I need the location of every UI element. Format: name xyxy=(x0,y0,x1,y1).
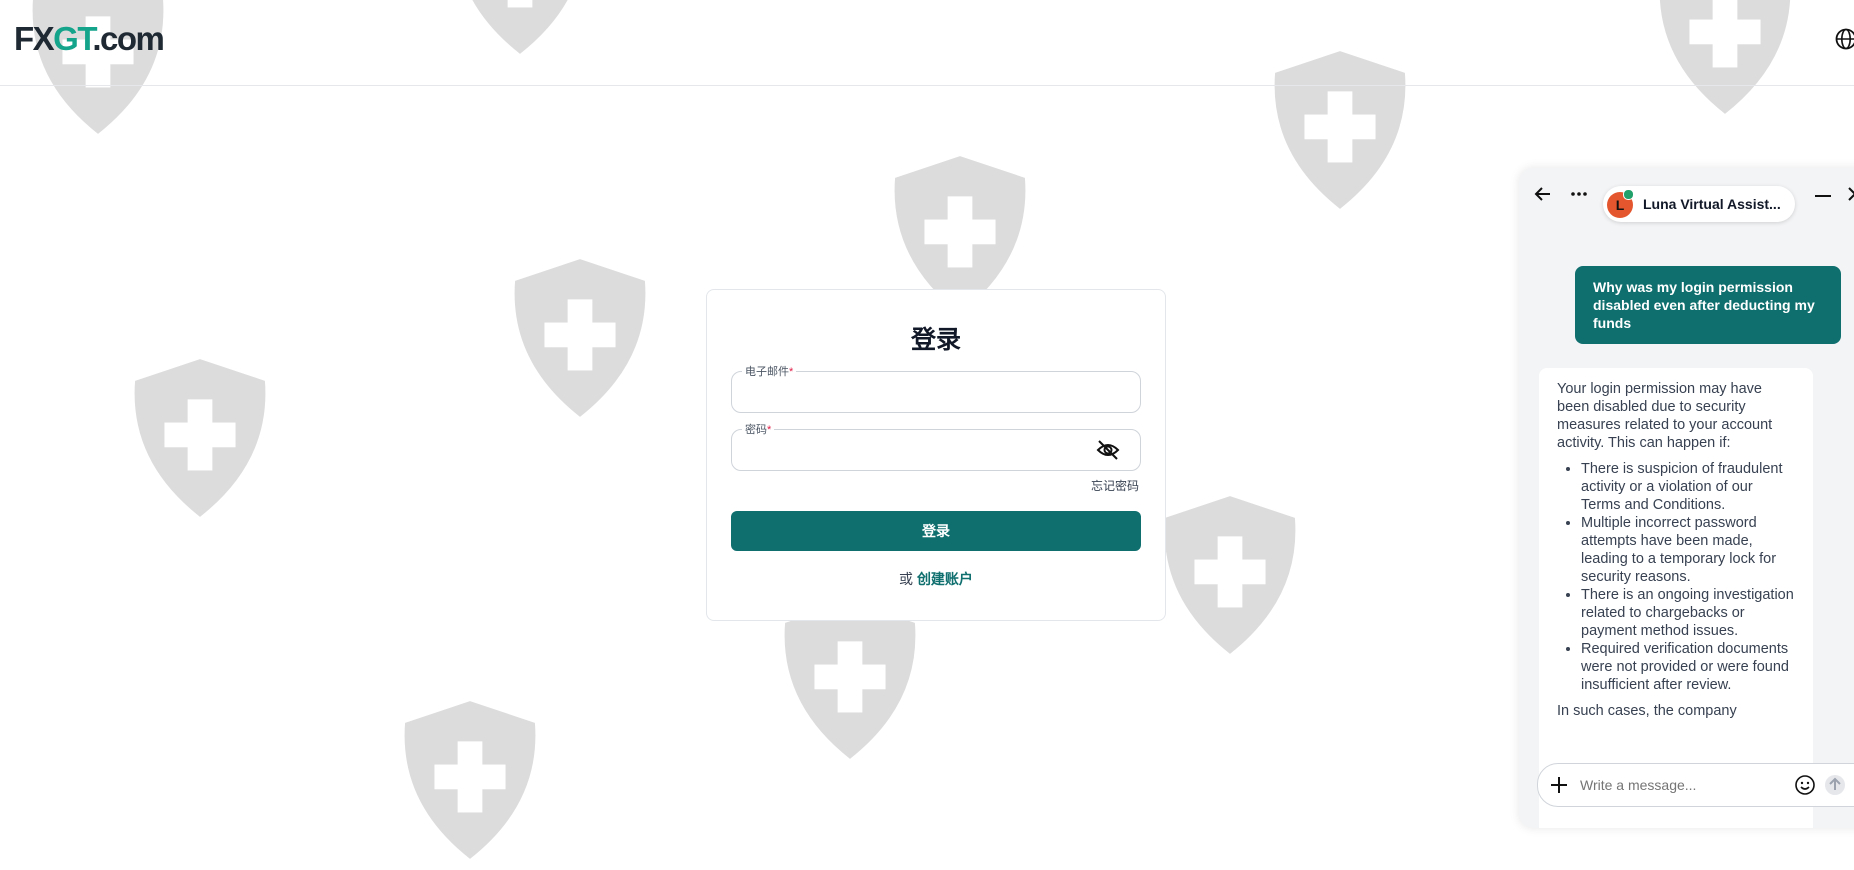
list-item: There is an ongoing investigation relate… xyxy=(1581,586,1795,640)
logo-prefix: FX xyxy=(14,20,53,57)
bot-message: Your login permission may have been disa… xyxy=(1539,368,1813,828)
send-arrow-icon[interactable] xyxy=(1824,774,1846,796)
bot-intro: Your login permission may have been disa… xyxy=(1557,380,1795,452)
user-message: Why was my login permission disabled eve… xyxy=(1575,266,1841,344)
more-options-icon[interactable] xyxy=(1569,184,1589,204)
create-account-link[interactable]: 创建账户 xyxy=(917,571,973,587)
password-field[interactable]: 密码* xyxy=(731,429,1141,471)
plus-icon[interactable] xyxy=(1548,774,1570,796)
email-label: 电子邮件* xyxy=(742,363,796,379)
back-arrow-icon[interactable] xyxy=(1533,184,1553,204)
password-label: 密码* xyxy=(742,421,774,437)
list-item: There is suspicion of fraudulent activit… xyxy=(1581,460,1795,514)
minimize-icon[interactable] xyxy=(1813,184,1833,204)
message-input[interactable] xyxy=(1578,774,1782,796)
watermark-shield-icon xyxy=(390,695,550,865)
bot-outro: In such cases, the company xyxy=(1557,702,1795,720)
or-text: 或 xyxy=(899,571,913,587)
watermark-shield-icon xyxy=(500,253,660,423)
close-icon[interactable] xyxy=(1845,184,1854,204)
list-item: Required verification documents were not… xyxy=(1581,640,1795,694)
chat-topbar: L Luna Virtual Assist... xyxy=(1519,168,1854,218)
email-field[interactable]: 电子邮件* xyxy=(731,371,1141,413)
agent-header: L Luna Virtual Assist... xyxy=(1603,186,1795,222)
bot-reasons-list: There is suspicion of fraudulent activit… xyxy=(1557,460,1795,694)
list-item: Multiple incorrect password attempts hav… xyxy=(1581,514,1795,586)
top-header: FXGT.com xyxy=(0,0,1854,86)
message-composer xyxy=(1537,763,1854,807)
login-card: 登录 电子邮件* 密码* 忘记密码 登录 或 创建账户 xyxy=(706,289,1166,621)
online-status-icon xyxy=(1623,189,1634,200)
emoji-icon[interactable] xyxy=(1794,774,1816,796)
login-title: 登录 xyxy=(707,320,1165,356)
logo-accent: GT xyxy=(53,20,92,57)
fxgt-logo[interactable]: FXGT.com xyxy=(14,20,163,58)
agent-name: Luna Virtual Assist... xyxy=(1643,196,1781,212)
create-account-row: 或 创建账户 xyxy=(707,569,1165,589)
watermark-shield-icon xyxy=(120,353,280,523)
chat-widget: L Luna Virtual Assist... Why was my logi… xyxy=(1519,168,1854,828)
logo-suffix: .com xyxy=(92,20,163,57)
login-button[interactable]: 登录 xyxy=(731,511,1141,551)
forgot-password-link[interactable]: 忘记密码 xyxy=(1013,477,1139,494)
watermark-shield-icon xyxy=(1150,490,1310,660)
eye-off-icon[interactable] xyxy=(1096,439,1120,461)
globe-icon[interactable] xyxy=(1834,27,1854,51)
